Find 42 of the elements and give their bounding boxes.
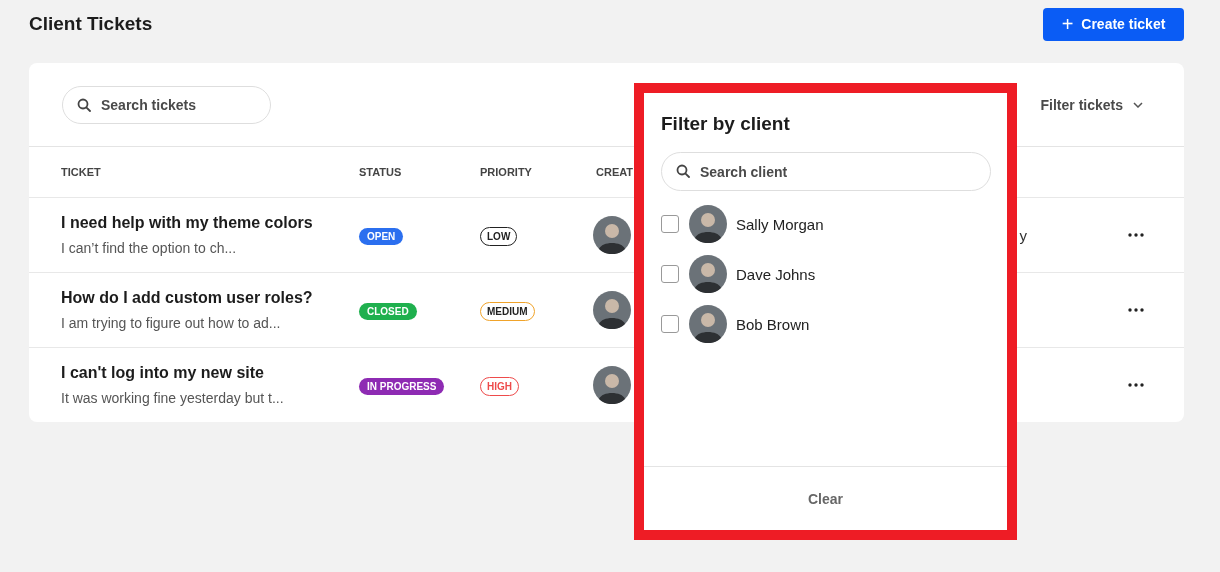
client-name[interactable]: Sally Morgan — [736, 215, 824, 233]
column-header: TICKET — [61, 166, 101, 178]
ellipsis-icon — [1128, 383, 1144, 387]
search-icon — [676, 164, 690, 178]
priority-badge: MEDIUM — [480, 302, 535, 321]
client-name[interactable]: Dave Johns — [736, 265, 816, 283]
ellipsis-icon — [1128, 308, 1144, 312]
priority-badge: LOW — [480, 227, 518, 246]
ticket-excerpt: I can’t find the option to ch... — [61, 240, 238, 256]
page-title: Client Tickets — [29, 13, 153, 35]
column-header: CREAT — [596, 166, 634, 178]
avatar — [689, 205, 727, 243]
create-ticket-button[interactable]: + Create ticket — [1043, 7, 1184, 41]
column-header: PRIORITY — [480, 166, 532, 178]
priority-badge: HIGH — [480, 377, 519, 396]
checkbox[interactable] — [661, 215, 679, 233]
search-icon — [77, 97, 91, 112]
popover-title: Filter by client — [661, 113, 791, 135]
ellipsis-icon — [1128, 233, 1144, 237]
avatar — [689, 305, 727, 343]
avatar — [593, 366, 631, 404]
table-cell: y — [1019, 226, 1027, 244]
ticket-title[interactable]: How do I add custom user roles? — [61, 289, 359, 307]
avatar — [593, 291, 631, 329]
status-badge: OPEN — [359, 228, 404, 245]
client-name[interactable]: Bob Brown — [736, 315, 810, 333]
checkbox[interactable] — [661, 265, 679, 283]
status-badge: CLOSED — [359, 303, 417, 320]
chevron-down-icon — [1133, 101, 1143, 108]
column-header: STATUS — [359, 166, 402, 178]
ticket-title[interactable]: I need help with my theme colors — [61, 214, 359, 232]
ticket-excerpt: I am trying to figure out how to ad... — [61, 315, 282, 331]
avatar — [689, 255, 727, 293]
checkbox[interactable] — [661, 315, 679, 333]
filter-tickets-dropdown[interactable]: Filter tickets — [1040, 96, 1143, 113]
search-field[interactable]: Search tickets — [62, 85, 271, 124]
status-badge: IN PROGRESS — [359, 378, 445, 395]
avatar — [593, 216, 631, 254]
client-search-field[interactable]: Search client — [661, 152, 991, 191]
ticket-title[interactable]: I can't log into my new site — [61, 364, 359, 382]
ticket-excerpt: It was working fine yesterday but t... — [61, 390, 285, 406]
clear-button[interactable]: Clear — [802, 489, 849, 508]
